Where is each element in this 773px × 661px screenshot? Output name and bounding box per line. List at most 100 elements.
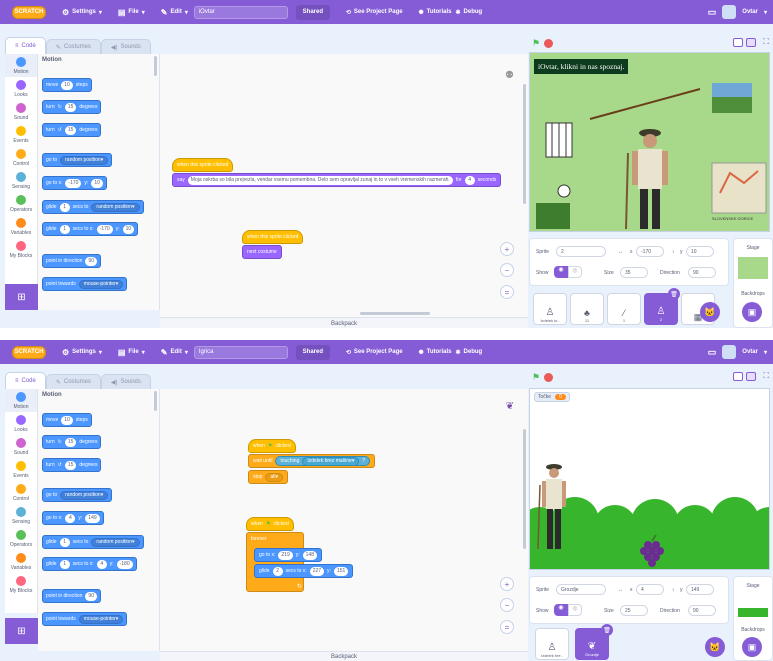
touching-block[interactable]: touching Izdelek brez mašine ▾ ? <box>275 456 371 466</box>
file-menu[interactable]: ▤ File ▾ <box>118 348 145 357</box>
small-stage-icon[interactable] <box>733 38 743 47</box>
backpack[interactable]: Backpack <box>160 317 528 328</box>
script-next-costume[interactable]: next costume <box>242 245 282 259</box>
script-wait-until[interactable]: wait until touching Izdelek brez mašine ▾ … <box>248 454 376 468</box>
stage[interactable]: Točke 0 <box>529 388 770 570</box>
script-glide-to-xy[interactable]: glide 2 secs to x: 227 y: 151 <box>254 564 354 578</box>
sprite-name-input[interactable]: 2 <box>556 246 606 257</box>
block-go-to[interactable]: go to random position ▾ <box>42 153 113 167</box>
script-hat-sprite-clicked-2[interactable]: when this sprite clicked <box>242 230 304 244</box>
sprite-thumb[interactable]: ⁄ 1 <box>607 293 641 325</box>
project-title-input[interactable]: Igrica <box>193 345 288 359</box>
tab-code[interactable]: ≡ Code <box>5 372 46 389</box>
block-input[interactable]: 10 <box>91 178 103 188</box>
edit-menu[interactable]: ✎ Edit ▾ <box>161 348 188 357</box>
block-turn-right[interactable]: turn ↻ 15 degrees <box>42 100 102 114</box>
block-point-direction[interactable]: point in direction 90 <box>42 254 101 268</box>
block-input[interactable]: 4 <box>96 559 107 569</box>
fullscreen-icon[interactable]: ⛶ <box>763 37 769 47</box>
block-input[interactable]: 15 <box>64 125 77 135</box>
block-input[interactable]: 148 <box>302 550 317 560</box>
tutorials-button[interactable]: ✺ Tutorials <box>419 9 452 16</box>
chevron-down-icon[interactable]: ▾ <box>764 349 767 356</box>
sprite-x-input[interactable]: 4 <box>636 584 664 595</box>
category-motion[interactable]: Motion <box>5 54 37 77</box>
stop-icon[interactable] <box>544 38 554 48</box>
workspace-v-scrollbar[interactable] <box>523 429 526 549</box>
delete-sprite-button[interactable]: 🗑 <box>601 624 613 636</box>
block-input[interactable]: 10 <box>122 224 135 234</box>
edit-menu[interactable]: ✎ Edit ▾ <box>161 8 188 17</box>
show-hidden-toggle[interactable]: ◎ <box>568 604 582 616</box>
project-title-input[interactable]: iOvtar <box>193 5 288 19</box>
script-workspace[interactable]: when ⚑ clicked wait until touching Izdelek b… <box>160 389 528 651</box>
block-dropdown[interactable]: all ▾ <box>265 472 283 482</box>
small-stage-icon[interactable] <box>733 372 743 381</box>
script-go-to-xy[interactable]: go to x: 219 y: 148 <box>254 548 322 562</box>
block-glide-to-xy[interactable]: glide 1 secs to x: 4 y: -180 <box>42 557 137 571</box>
category-operators[interactable]: Operators <box>5 192 37 215</box>
sprite-y-input[interactable]: 10 <box>686 246 714 257</box>
folder-icon[interactable]: ▭ <box>708 347 717 358</box>
stage[interactable]: iOvtar, klikni in nas spoznaj. SLOVENSKE… <box>529 52 770 232</box>
block-input[interactable]: 2 <box>272 566 283 576</box>
scratch-logo[interactable]: SCRATCH <box>12 345 46 359</box>
block-point-direction[interactable]: point in direction 90 <box>42 589 101 603</box>
delete-sprite-button[interactable]: 🗑 <box>668 288 680 300</box>
tab-sounds[interactable]: ◀) Sounds <box>100 374 151 389</box>
scratch-logo[interactable]: SCRATCH <box>12 5 46 19</box>
block-input[interactable]: 1 <box>59 559 70 569</box>
forever-block[interactable]: forever ↻ <box>246 532 304 592</box>
block-input[interactable]: -170 <box>65 178 82 188</box>
block-input[interactable]: 4 <box>464 175 475 185</box>
avatar[interactable] <box>722 5 737 19</box>
block-input[interactable]: 227 <box>309 566 325 576</box>
category-sound[interactable]: Sound <box>5 100 37 123</box>
block-input[interactable]: -170 <box>96 224 113 234</box>
category-looks[interactable]: Looks <box>5 77 37 100</box>
debug-button[interactable]: ✱ Debug <box>456 349 483 356</box>
category-looks[interactable]: Looks <box>5 412 37 435</box>
see-project-page-button[interactable]: ⟲ See Project Page <box>346 9 403 16</box>
sprite-size-input[interactable]: 35 <box>620 267 648 278</box>
zoom-in-button[interactable]: + <box>500 577 514 591</box>
backpack[interactable]: Backpack <box>160 651 528 661</box>
block-move[interactable]: move 10 steps <box>42 413 92 427</box>
file-menu[interactable]: ▤ File ▾ <box>118 8 145 17</box>
category-sound[interactable]: Sound <box>5 435 37 458</box>
category-sensing[interactable]: Sensing <box>5 504 37 527</box>
block-turn-left[interactable]: turn ↺ 15 degrees <box>42 458 102 472</box>
sprite-thumb[interactable]: ♙ Izdelek kr.. <box>533 293 567 325</box>
tutorials-button[interactable]: ✺ Tutorials <box>419 349 452 356</box>
block-point-towards[interactable]: point towards mouse-pointer ▾ <box>42 612 128 626</box>
settings-menu[interactable]: ⚙ Settings ▾ <box>62 8 102 17</box>
category-motion[interactable]: Motion <box>5 389 37 412</box>
tab-costumes[interactable]: ✎ Costumes <box>45 374 101 389</box>
block-dropdown[interactable]: random position ▾ <box>60 490 109 500</box>
add-extension-button[interactable]: ⊞ <box>5 618 38 644</box>
shared-button[interactable]: Shared <box>295 4 330 20</box>
block-go-to-xy[interactable]: go to x: -170 y: 10 <box>42 176 107 190</box>
tab-costumes[interactable]: ✎ Costumes <box>45 39 101 54</box>
zoom-out-button[interactable]: − <box>500 263 514 277</box>
block-turn-left[interactable]: turn ↺ 15 degrees <box>42 123 102 137</box>
block-dropdown[interactable]: mouse-pointer ▾ <box>78 279 124 289</box>
block-glide-to[interactable]: glide 1 secs to random position ▾ <box>42 200 144 214</box>
sprite-y-input[interactable]: 149 <box>686 584 714 595</box>
workspace-h-scrollbar[interactable] <box>360 312 430 315</box>
chevron-down-icon[interactable]: ▾ <box>764 9 767 16</box>
sprite-thumb[interactable]: ♣ 11 <box>570 293 604 325</box>
green-flag-icon[interactable]: ⚑ <box>532 372 540 383</box>
block-input[interactable]: 10 <box>61 80 73 90</box>
category-control[interactable]: Control <box>5 146 37 169</box>
block-input[interactable]: 1 <box>59 202 70 212</box>
block-input[interactable]: 10 <box>61 415 73 425</box>
choose-backdrop-button[interactable]: ▣ <box>742 302 762 322</box>
block-go-to-xy[interactable]: go to x: 4 y: 149 <box>42 511 104 525</box>
debug-button[interactable]: ✱ Debug <box>456 9 483 16</box>
block-turn-right[interactable]: turn ↻ 15 degrees <box>42 435 102 449</box>
script-workspace[interactable]: when this sprite clicked say Moja oskrba … <box>160 54 528 317</box>
block-input[interactable]: 15 <box>64 460 77 470</box>
tab-sounds[interactable]: ◀) Sounds <box>100 39 151 54</box>
script-say-for[interactable]: say Moja oskrba so bila prejrezla, vendar… <box>172 173 502 187</box>
